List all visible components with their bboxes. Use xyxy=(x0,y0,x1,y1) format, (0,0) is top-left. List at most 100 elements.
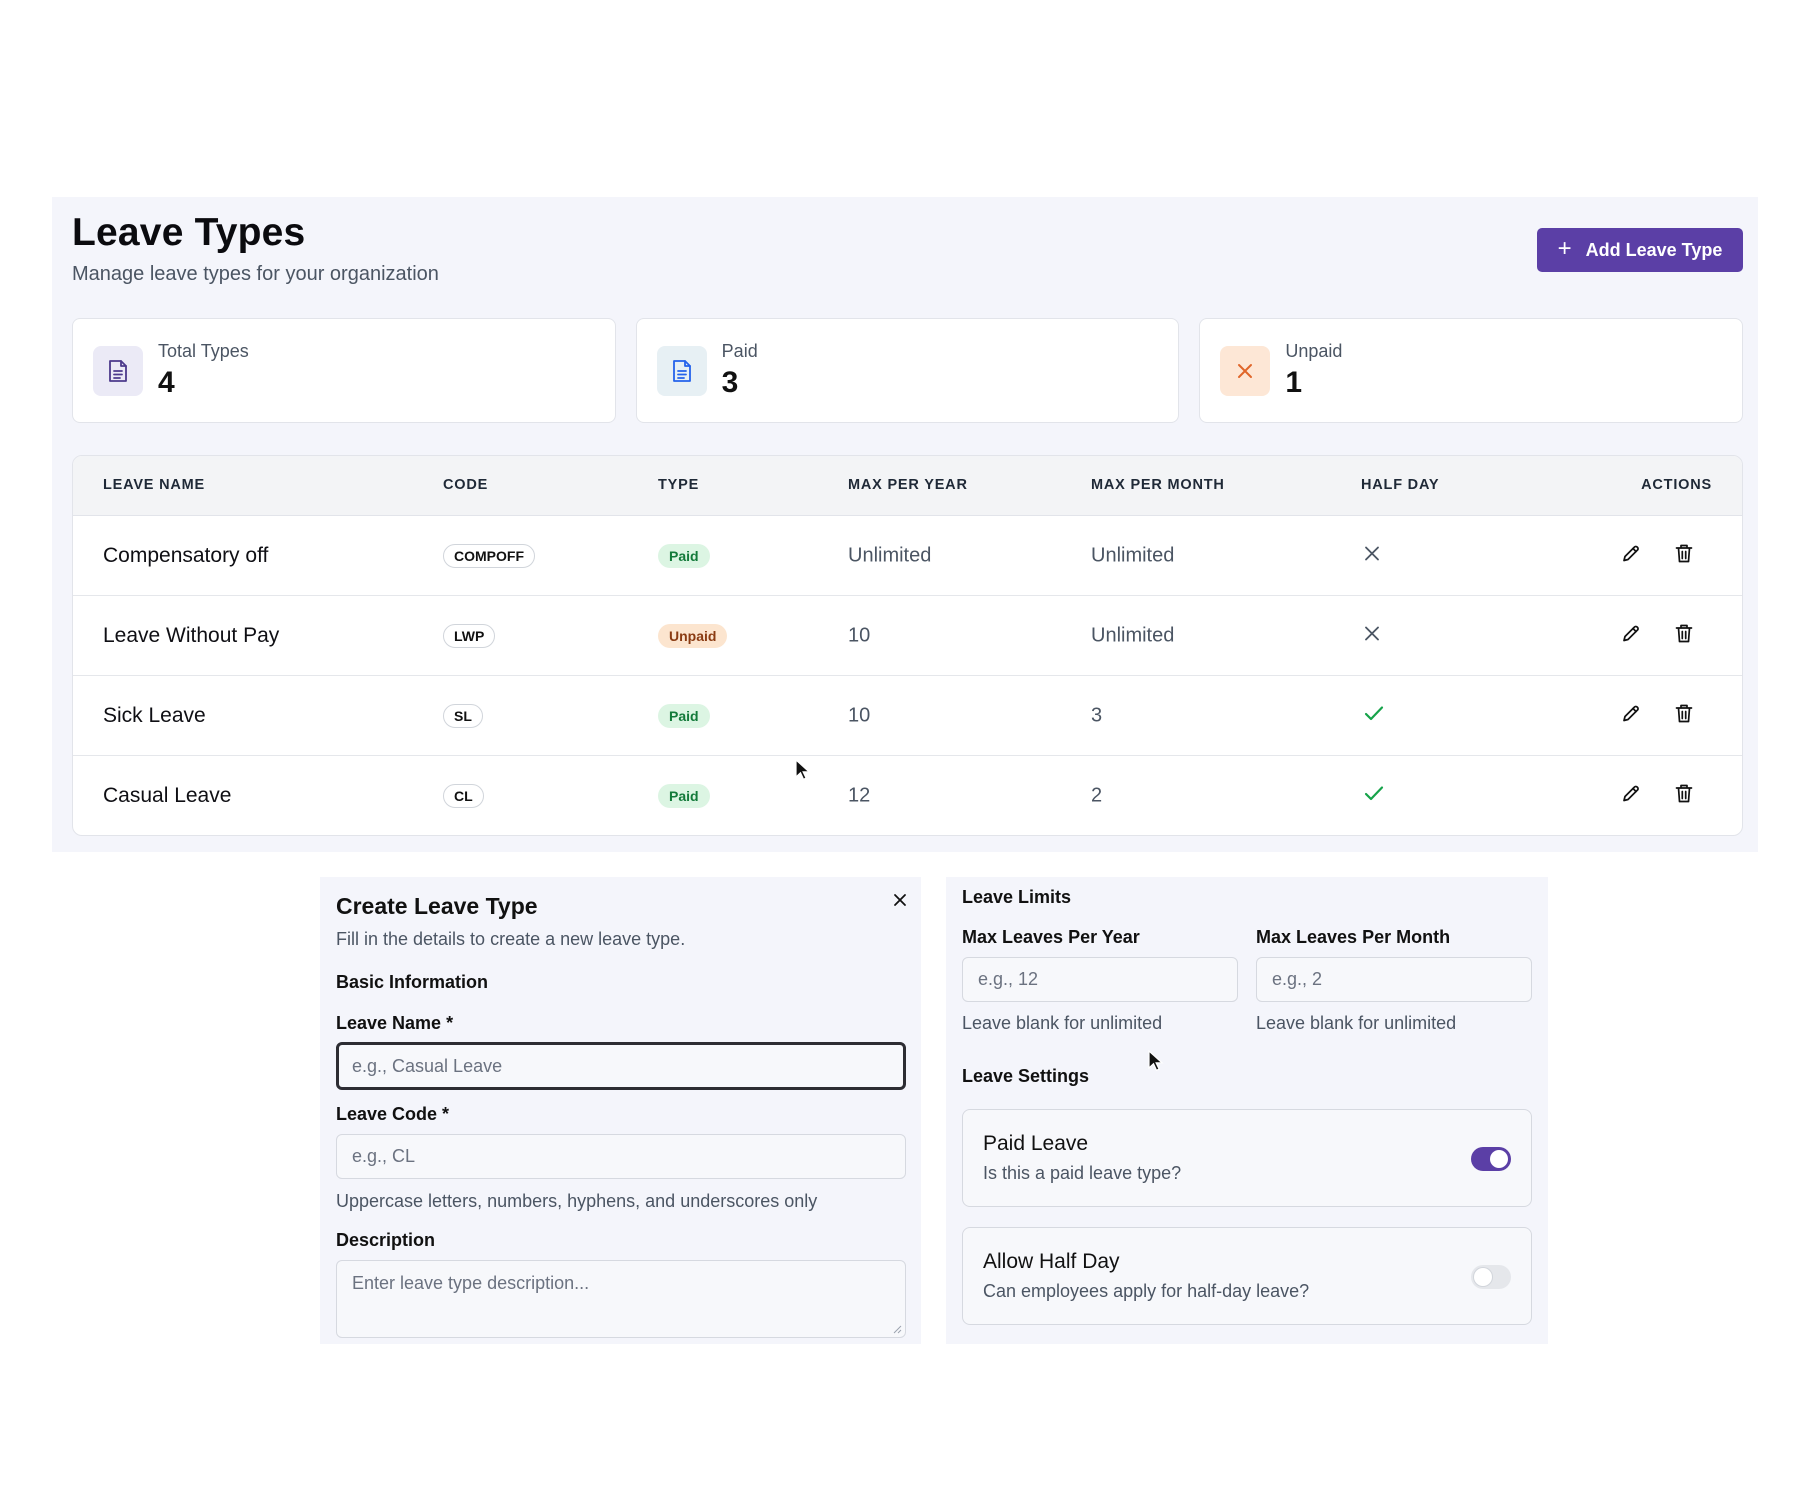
description-textarea[interactable]: Enter leave type description... xyxy=(336,1260,906,1338)
max-per-month-hint: Leave blank for unlimited xyxy=(1256,1013,1457,1033)
leave-name-cell: Casual Leave xyxy=(103,784,232,807)
allow-half-day-description: Can employees apply for half-day leave? xyxy=(983,1281,1310,1301)
column-header-type: TYPE xyxy=(658,477,700,493)
max-per-month-input[interactable]: e.g., 2 xyxy=(1256,957,1532,1002)
document-icon xyxy=(93,346,143,396)
stat-label: Total Types xyxy=(158,341,249,361)
stat-label: Paid xyxy=(721,341,758,361)
max-per-year-input[interactable]: e.g., 12 xyxy=(962,957,1238,1002)
type-badge: Paid xyxy=(658,784,710,808)
type-cell: Unpaid xyxy=(658,623,728,648)
stat-card-paid: Paid 3 xyxy=(635,318,1180,423)
page-title: Leave Types xyxy=(72,211,306,254)
code-cell: SL xyxy=(443,703,483,728)
edit-icon[interactable] xyxy=(1621,784,1641,809)
description-placeholder: Enter leave type description... xyxy=(352,1273,590,1293)
edit-icon[interactable] xyxy=(1621,623,1641,648)
leave-limits-heading: Leave Limits xyxy=(962,887,1072,907)
leave-code-label: Leave Code * xyxy=(336,1104,450,1124)
allow-half-day-toggle[interactable] xyxy=(1471,1265,1511,1289)
stat-card-unpaid: Unpaid 1 xyxy=(1199,318,1744,423)
max-per-year-hint: Leave blank for unlimited xyxy=(962,1013,1163,1033)
max-per-month-cell: 2 xyxy=(1091,784,1103,807)
max-per-year-cell: 10 xyxy=(848,624,871,646)
table-row: Casual Leave CL Paid 12 2 xyxy=(73,756,1742,835)
close-icon[interactable] xyxy=(889,889,911,911)
code-cell: COMPOFF xyxy=(443,543,535,568)
table-header: LEAVE NAME CODE TYPE MAX PER YEAR MAX PE… xyxy=(73,456,1742,516)
leave-limits-panel: Leave Limits Max Leaves Per Year e.g., 1… xyxy=(946,877,1548,1344)
leave-types-panel: Leave Types Manage leave types for your … xyxy=(52,197,1758,852)
dialog-title: Create Leave Type xyxy=(336,893,538,919)
toggle-knob xyxy=(1490,1150,1508,1168)
trash-icon[interactable] xyxy=(1675,623,1693,648)
max-per-month-placeholder: e.g., 2 xyxy=(1272,969,1323,989)
code-badge: COMPOFF xyxy=(443,543,535,568)
leave-code-input[interactable]: e.g., CL xyxy=(336,1134,906,1179)
leave-settings-heading: Leave Settings xyxy=(962,1066,1090,1086)
leave-name-cell: Compensatory off xyxy=(103,543,269,567)
leave-name-cell: Sick Leave xyxy=(103,703,206,727)
max-per-year-cell: 10 xyxy=(848,704,871,726)
table-row: Leave Without Pay LWP Unpaid 10 Unlimited xyxy=(73,596,1742,676)
x-icon xyxy=(1220,346,1271,396)
column-header-leave-name: LEAVE NAME xyxy=(103,477,205,493)
stat-label: Unpaid xyxy=(1285,341,1343,361)
type-badge: Paid xyxy=(658,543,710,568)
type-cell: Paid xyxy=(658,543,710,568)
table-row: Sick Leave SL Paid 10 3 xyxy=(73,676,1742,756)
stat-card-total: Total Types 4 xyxy=(72,318,616,423)
table-row: Compensatory off COMPOFF Paid Unlimited Unli… xyxy=(73,516,1742,596)
basic-information-heading: Basic Information xyxy=(336,972,489,992)
page-subtitle: Manage leave types for your organization xyxy=(72,263,439,285)
leave-code-hint: Uppercase letters, numbers, hyphens, and… xyxy=(336,1191,818,1211)
leave-name-input[interactable]: e.g., Casual Leave xyxy=(336,1042,906,1090)
column-header-code: CODE xyxy=(443,477,489,493)
paid-leave-description: Is this a paid leave type? xyxy=(983,1163,1182,1183)
code-cell: LWP xyxy=(443,623,496,648)
max-per-year-cell: 12 xyxy=(848,784,871,807)
allow-half-day-title: Allow Half Day xyxy=(983,1250,1120,1273)
paid-leave-toggle[interactable] xyxy=(1471,1147,1511,1171)
code-badge: CL xyxy=(443,784,484,808)
max-per-year-cell: Unlimited xyxy=(848,544,932,566)
type-badge: Unpaid xyxy=(658,623,728,648)
mouse-cursor-icon xyxy=(1148,1050,1164,1072)
code-badge: SL xyxy=(443,703,483,728)
leave-name-cell: Leave Without Pay xyxy=(103,623,280,647)
paid-leave-setting: Paid Leave Is this a paid leave type? xyxy=(962,1109,1532,1207)
leave-code-placeholder: e.g., CL xyxy=(352,1146,416,1166)
stat-value: 4 xyxy=(158,366,175,399)
column-header-half-day: HALF DAY xyxy=(1361,477,1440,493)
stats-row: Total Types 4 Paid 3 Unpaid 1 xyxy=(72,318,1744,423)
max-per-month-cell: 3 xyxy=(1091,704,1103,726)
code-cell: CL xyxy=(443,784,484,808)
add-leave-type-button[interactable]: + Add Leave Type xyxy=(1537,228,1743,272)
edit-icon[interactable] xyxy=(1621,543,1641,568)
stat-value: 3 xyxy=(721,366,739,399)
table-body: Compensatory off COMPOFF Paid Unlimited Unli… xyxy=(73,516,1742,835)
dialog-subtitle: Fill in the details to create a new leav… xyxy=(336,929,686,949)
resize-handle-icon[interactable] xyxy=(892,1324,902,1334)
leave-name-placeholder: e.g., Casual Leave xyxy=(352,1055,503,1076)
stat-value: 1 xyxy=(1285,366,1303,399)
document-icon xyxy=(656,346,707,396)
trash-icon[interactable] xyxy=(1675,703,1693,728)
trash-icon[interactable] xyxy=(1675,784,1693,809)
max-per-month-cell: Unlimited xyxy=(1091,624,1175,646)
column-header-max-per-year: MAX PER YEAR xyxy=(848,477,968,493)
check-icon xyxy=(1363,704,1385,727)
column-header-actions: ACTIONS xyxy=(1641,477,1712,493)
x-icon xyxy=(1363,624,1381,647)
description-label: Description xyxy=(336,1230,436,1250)
code-badge: LWP xyxy=(443,623,496,648)
x-icon xyxy=(1363,544,1381,567)
mouse-cursor-icon xyxy=(795,759,811,781)
paid-leave-title: Paid Leave xyxy=(983,1132,1089,1155)
toggle-knob xyxy=(1474,1268,1492,1286)
trash-icon[interactable] xyxy=(1675,543,1693,568)
edit-icon[interactable] xyxy=(1621,703,1641,728)
leave-name-label: Leave Name * xyxy=(336,1013,454,1033)
type-cell: Paid xyxy=(658,784,710,808)
max-per-year-placeholder: e.g., 12 xyxy=(978,969,1039,989)
